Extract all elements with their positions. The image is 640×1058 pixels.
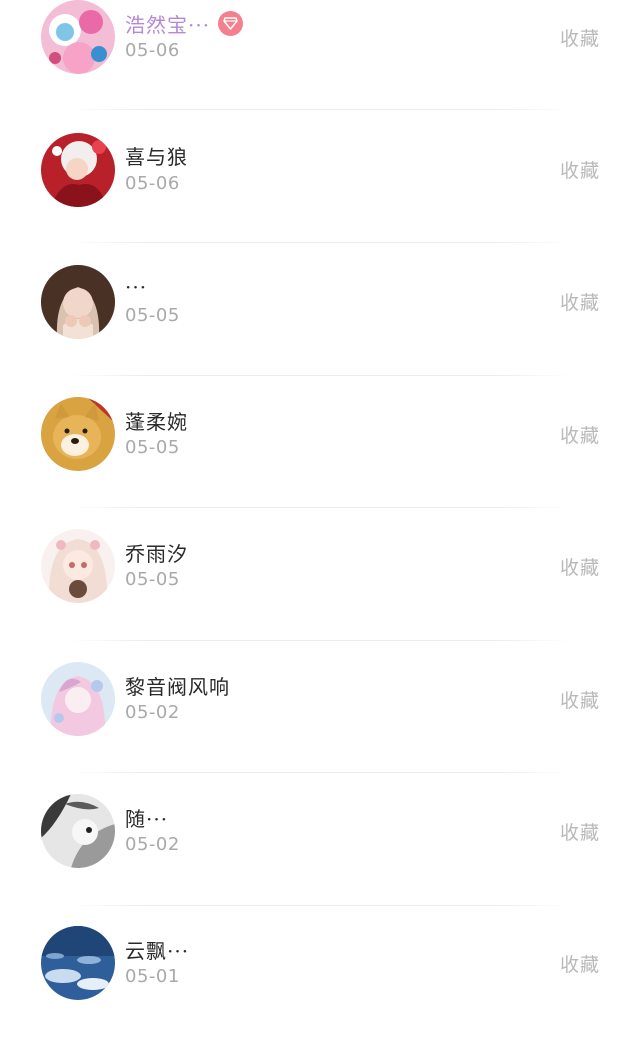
username-row: 乔雨汐 <box>125 537 188 567</box>
list-item[interactable]: 浩然宝··· 05-06 收藏 <box>0 0 640 132</box>
username[interactable]: 随··· <box>125 803 168 832</box>
favorite-button[interactable]: 收藏 <box>560 288 600 315</box>
anime-girl-bear-avatar-icon[interactable] <box>41 529 115 603</box>
username[interactable]: 乔雨汐 <box>125 538 188 567</box>
list-item[interactable]: 随··· 05-02 收藏 <box>0 794 640 926</box>
favorite-button[interactable]: 收藏 <box>560 421 600 448</box>
favorite-button[interactable]: 收藏 <box>560 950 600 977</box>
list-item[interactable]: 蓬柔婉 05-05 收藏 <box>0 397 640 529</box>
follow-date: 05-05 <box>125 569 180 590</box>
pink-cartoon-avatar-icon[interactable] <box>41 0 115 74</box>
username[interactable]: 云飘··· <box>125 935 189 964</box>
username[interactable]: 蓬柔婉 <box>125 406 188 435</box>
follow-date: 05-02 <box>125 702 180 723</box>
username-row: 喜与狼 <box>125 140 188 170</box>
username-row: 随··· <box>125 802 168 832</box>
blue-sky-avatar-icon[interactable] <box>41 926 115 1000</box>
favorite-button[interactable]: 收藏 <box>560 156 600 183</box>
diamond-vip-icon <box>218 10 244 36</box>
monochrome-anime-avatar-icon[interactable] <box>41 794 115 868</box>
list-item[interactable]: 云飘··· 05-01 收藏 <box>0 926 640 1058</box>
username[interactable]: ··· <box>125 275 147 299</box>
username-row: 浩然宝··· <box>125 8 244 38</box>
username[interactable]: 黎音阀风响 <box>125 671 230 700</box>
divider <box>70 507 570 508</box>
follow-date: 05-01 <box>125 966 180 987</box>
divider <box>70 772 570 773</box>
favorite-button[interactable]: 收藏 <box>560 24 600 51</box>
divider <box>70 242 570 243</box>
favorite-button[interactable]: 收藏 <box>560 818 600 845</box>
username-row: 黎音阀风响 <box>125 670 230 700</box>
list-item[interactable]: ··· 05-05 收藏 <box>0 264 640 396</box>
list-item[interactable]: 喜与狼 05-06 收藏 <box>0 132 640 264</box>
username-row: 蓬柔婉 <box>125 405 188 435</box>
follow-date: 05-06 <box>125 173 180 194</box>
divider <box>70 375 570 376</box>
divider <box>70 640 570 641</box>
list-item[interactable]: 乔雨汐 05-05 收藏 <box>0 529 640 661</box>
follow-date: 05-05 <box>125 305 180 326</box>
follow-date: 05-06 <box>125 40 180 61</box>
divider <box>70 905 570 906</box>
username[interactable]: 浩然宝··· <box>125 9 210 38</box>
follow-date: 05-02 <box>125 834 180 855</box>
username-row: ··· <box>125 272 147 302</box>
shiba-dog-avatar-icon[interactable] <box>41 397 115 471</box>
follow-date: 05-05 <box>125 437 180 458</box>
red-anime-girl-avatar-icon[interactable] <box>41 133 115 207</box>
username-row: 云飘··· <box>125 934 189 964</box>
favorite-button[interactable]: 收藏 <box>560 553 600 580</box>
follower-list: 浩然宝··· 05-06 收藏 喜与狼 05-06 收藏 ··· 05-05 收… <box>0 0 640 1033</box>
pastel-anime-avatar-icon[interactable] <box>41 662 115 736</box>
list-item[interactable]: 黎音阀风响 05-02 收藏 <box>0 662 640 794</box>
favorite-button[interactable]: 收藏 <box>560 686 600 713</box>
divider <box>70 109 570 110</box>
girl-photo-avatar-icon[interactable] <box>41 265 115 339</box>
username[interactable]: 喜与狼 <box>125 141 188 170</box>
